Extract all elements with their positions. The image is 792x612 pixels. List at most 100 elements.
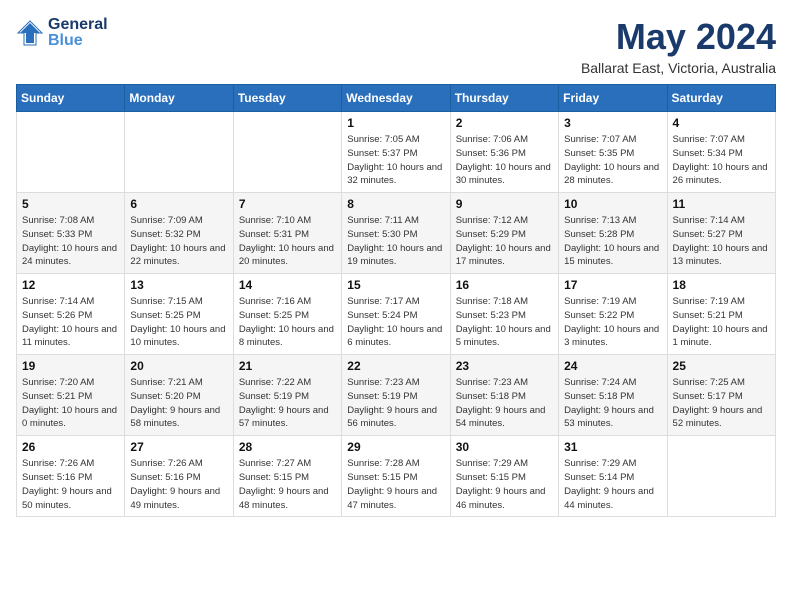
calendar-cell: 24Sunrise: 7:24 AMSunset: 5:18 PMDayligh… (559, 355, 667, 436)
calendar-cell: 17 Sunrise: 7:19 AMSunset: 5:22 PMDayligh… (559, 274, 667, 355)
day-number: 30 (456, 440, 553, 454)
calendar-cell: 12 Sunrise: 7:14 AMSunset: 5:26 PMDayligh… (17, 274, 125, 355)
calendar-cell: 27 Sunrise: 7:26 AMSunset: 5:16 PMDayligh… (125, 436, 233, 517)
logo-text: General Blue (48, 16, 108, 50)
calendar-cell: 8Sunrise: 7:11 AMSunset: 5:30 PMDaylight… (342, 193, 450, 274)
calendar-cell: 30Sunrise: 7:29 AMSunset: 5:15 PMDayligh… (450, 436, 558, 517)
calendar-header-row: SundayMondayTuesdayWednesdayThursdayFrid… (17, 85, 776, 112)
calendar-cell: 23 Sunrise: 7:23 AMSunset: 5:18 PMDayligh… (450, 355, 558, 436)
day-info: Sunrise: 7:27 AMSunset: 5:15 PMDaylight:… (239, 457, 336, 512)
logo-icon (16, 19, 44, 47)
day-info: Sunrise: 7:23 AMSunset: 5:18 PMDaylight:… (456, 376, 553, 431)
calendar-cell: 19 Sunrise: 7:20 AMSunset: 5:21 PMDayligh… (17, 355, 125, 436)
day-info: Sunrise: 7:19 AMSunset: 5:22 PMDaylight:… (564, 295, 661, 350)
calendar-cell: 5 Sunrise: 7:08 AMSunset: 5:33 PMDaylight… (17, 193, 125, 274)
calendar-cell: 16 Sunrise: 7:18 AMSunset: 5:23 PMDayligh… (450, 274, 558, 355)
calendar-cell (125, 112, 233, 193)
calendar-cell: 10 Sunrise: 7:13 AMSunset: 5:28 PMDayligh… (559, 193, 667, 274)
day-number: 18 (673, 278, 770, 292)
day-number: 14 (239, 278, 336, 292)
day-number: 1 (347, 116, 444, 130)
day-info: Sunrise: 7:14 AMSunset: 5:26 PMDaylight:… (22, 295, 119, 350)
calendar-cell: 6 Sunrise: 7:09 AMSunset: 5:32 PMDaylight… (125, 193, 233, 274)
calendar-cell (667, 436, 775, 517)
day-info: Sunrise: 7:10 AMSunset: 5:31 PMDaylight:… (239, 214, 336, 269)
calendar-cell: 28Sunrise: 7:27 AMSunset: 5:15 PMDayligh… (233, 436, 341, 517)
calendar-week-row: 12 Sunrise: 7:14 AMSunset: 5:26 PMDayligh… (17, 274, 776, 355)
calendar-cell (233, 112, 341, 193)
day-info: Sunrise: 7:16 AMSunset: 5:25 PMDaylight:… (239, 295, 336, 350)
day-number: 23 (456, 359, 553, 373)
weekday-header: Thursday (450, 85, 558, 112)
calendar-cell: 31 Sunrise: 7:29 AMSunset: 5:14 PMDayligh… (559, 436, 667, 517)
calendar-cell: 1 Sunrise: 7:05 AMSunset: 5:37 PMDaylight… (342, 112, 450, 193)
day-info: Sunrise: 7:08 AMSunset: 5:33 PMDaylight:… (22, 214, 119, 269)
day-number: 2 (456, 116, 553, 130)
day-number: 27 (130, 440, 227, 454)
calendar-cell: 13Sunrise: 7:15 AMSunset: 5:25 PMDayligh… (125, 274, 233, 355)
day-info: Sunrise: 7:23 AMSunset: 5:19 PMDaylight:… (347, 376, 444, 431)
day-number: 11 (673, 197, 770, 211)
calendar-cell: 18Sunrise: 7:19 AMSunset: 5:21 PMDayligh… (667, 274, 775, 355)
day-info: Sunrise: 7:24 AMSunset: 5:18 PMDaylight:… (564, 376, 661, 431)
title-area: May 2024 Ballarat East, Victoria, Austra… (581, 16, 776, 76)
day-info: Sunrise: 7:05 AMSunset: 5:37 PMDaylight:… (347, 133, 444, 188)
day-info: Sunrise: 7:18 AMSunset: 5:23 PMDaylight:… (456, 295, 553, 350)
day-number: 25 (673, 359, 770, 373)
day-info: Sunrise: 7:07 AMSunset: 5:34 PMDaylight:… (673, 133, 770, 188)
calendar-cell: 25Sunrise: 7:25 AMSunset: 5:17 PMDayligh… (667, 355, 775, 436)
location: Ballarat East, Victoria, Australia (581, 60, 776, 76)
day-info: Sunrise: 7:22 AMSunset: 5:19 PMDaylight:… (239, 376, 336, 431)
day-number: 9 (456, 197, 553, 211)
day-number: 31 (564, 440, 661, 454)
day-number: 6 (130, 197, 227, 211)
day-info: Sunrise: 7:26 AMSunset: 5:16 PMDaylight:… (22, 457, 119, 512)
day-info: Sunrise: 7:26 AMSunset: 5:16 PMDaylight:… (130, 457, 227, 512)
day-number: 16 (456, 278, 553, 292)
day-number: 5 (22, 197, 119, 211)
month-title: May 2024 (581, 16, 776, 58)
calendar-cell: 20Sunrise: 7:21 AMSunset: 5:20 PMDayligh… (125, 355, 233, 436)
calendar-cell: 26Sunrise: 7:26 AMSunset: 5:16 PMDayligh… (17, 436, 125, 517)
calendar-cell (17, 112, 125, 193)
weekday-header: Monday (125, 85, 233, 112)
day-info: Sunrise: 7:09 AMSunset: 5:32 PMDaylight:… (130, 214, 227, 269)
day-number: 12 (22, 278, 119, 292)
day-info: Sunrise: 7:20 AMSunset: 5:21 PMDaylight:… (22, 376, 119, 431)
page-header: General Blue May 2024 Ballarat East, Vic… (16, 16, 776, 76)
weekday-header: Saturday (667, 85, 775, 112)
logo: General Blue (16, 16, 108, 50)
day-info: Sunrise: 7:07 AMSunset: 5:35 PMDaylight:… (564, 133, 661, 188)
calendar-week-row: 5 Sunrise: 7:08 AMSunset: 5:33 PMDaylight… (17, 193, 776, 274)
day-number: 3 (564, 116, 661, 130)
day-number: 8 (347, 197, 444, 211)
calendar-cell: 11 Sunrise: 7:14 AMSunset: 5:27 PMDayligh… (667, 193, 775, 274)
day-info: Sunrise: 7:12 AMSunset: 5:29 PMDaylight:… (456, 214, 553, 269)
day-info: Sunrise: 7:13 AMSunset: 5:28 PMDaylight:… (564, 214, 661, 269)
calendar-cell: 22Sunrise: 7:23 AMSunset: 5:19 PMDayligh… (342, 355, 450, 436)
weekday-header: Friday (559, 85, 667, 112)
calendar-cell: 9 Sunrise: 7:12 AMSunset: 5:29 PMDaylight… (450, 193, 558, 274)
day-number: 7 (239, 197, 336, 211)
calendar-cell: 29 Sunrise: 7:28 AMSunset: 5:15 PMDayligh… (342, 436, 450, 517)
calendar-cell: 3 Sunrise: 7:07 AMSunset: 5:35 PMDaylight… (559, 112, 667, 193)
day-number: 10 (564, 197, 661, 211)
day-info: Sunrise: 7:06 AMSunset: 5:36 PMDaylight:… (456, 133, 553, 188)
day-number: 19 (22, 359, 119, 373)
calendar-cell: 15 Sunrise: 7:17 AMSunset: 5:24 PMDayligh… (342, 274, 450, 355)
day-info: Sunrise: 7:28 AMSunset: 5:15 PMDaylight:… (347, 457, 444, 512)
day-info: Sunrise: 7:21 AMSunset: 5:20 PMDaylight:… (130, 376, 227, 431)
weekday-header: Sunday (17, 85, 125, 112)
calendar-cell: 2 Sunrise: 7:06 AMSunset: 5:36 PMDaylight… (450, 112, 558, 193)
day-number: 13 (130, 278, 227, 292)
day-number: 17 (564, 278, 661, 292)
day-info: Sunrise: 7:14 AMSunset: 5:27 PMDaylight:… (673, 214, 770, 269)
day-info: Sunrise: 7:29 AMSunset: 5:14 PMDaylight:… (564, 457, 661, 512)
calendar-cell: 7 Sunrise: 7:10 AMSunset: 5:31 PMDaylight… (233, 193, 341, 274)
day-number: 21 (239, 359, 336, 373)
day-number: 29 (347, 440, 444, 454)
calendar-cell: 14 Sunrise: 7:16 AMSunset: 5:25 PMDayligh… (233, 274, 341, 355)
day-number: 15 (347, 278, 444, 292)
calendar-cell: 4Sunrise: 7:07 AMSunset: 5:34 PMDaylight… (667, 112, 775, 193)
day-info: Sunrise: 7:17 AMSunset: 5:24 PMDaylight:… (347, 295, 444, 350)
